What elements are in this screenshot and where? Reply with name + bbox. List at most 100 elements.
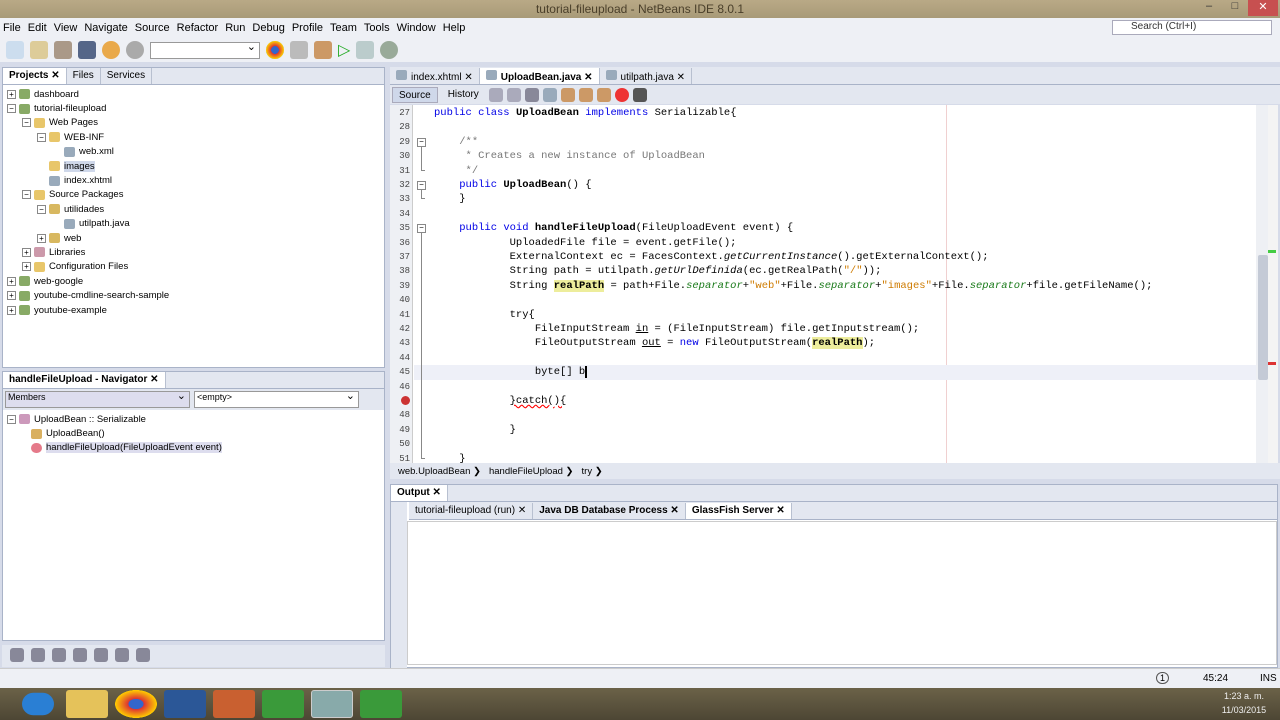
menu-tools[interactable]: Tools bbox=[364, 22, 390, 34]
fold-icon[interactable]: − bbox=[417, 224, 426, 234]
filter-icon[interactable] bbox=[52, 648, 66, 662]
new-file-icon[interactable] bbox=[6, 41, 24, 59]
expand-icon[interactable]: + bbox=[37, 233, 46, 243]
tree-item[interactable]: − tutorial-fileupload bbox=[7, 101, 380, 115]
filter-icon[interactable] bbox=[31, 648, 45, 662]
navigator-item[interactable]: − UploadBean :: Serializable bbox=[7, 412, 380, 426]
camtasia-icon[interactable] bbox=[262, 690, 304, 718]
members-filter[interactable]: Members bbox=[5, 389, 190, 408]
ie-icon[interactable] bbox=[22, 692, 54, 716]
find-icon[interactable] bbox=[542, 87, 557, 102]
menu-navigate[interactable]: Navigate bbox=[84, 22, 127, 34]
last-edit-icon[interactable] bbox=[488, 87, 503, 102]
editor-tab[interactable]: index.xhtml ✕ bbox=[390, 68, 480, 84]
tree-item[interactable]: + dashboard bbox=[7, 87, 380, 101]
clock-date[interactable]: 11/03/2015 bbox=[1214, 705, 1274, 715]
menu-run[interactable]: Run bbox=[225, 22, 245, 34]
new-project-icon[interactable] bbox=[30, 41, 48, 59]
forward-icon[interactable] bbox=[524, 87, 539, 102]
menu-view[interactable]: View bbox=[54, 22, 78, 34]
output-tab[interactable]: Output ✕ bbox=[391, 485, 448, 501]
sort-icon[interactable] bbox=[136, 648, 150, 662]
collapse-icon[interactable]: − bbox=[37, 132, 46, 142]
undo-icon[interactable] bbox=[102, 41, 120, 59]
close-button[interactable]: ✕ bbox=[1248, 0, 1278, 16]
tree-item[interactable]: − utilidades bbox=[7, 202, 380, 216]
tree-item[interactable]: −images bbox=[7, 159, 380, 173]
netbeans-icon[interactable] bbox=[311, 690, 353, 718]
menu-file[interactable]: File bbox=[3, 22, 21, 34]
sort-icon[interactable] bbox=[115, 648, 129, 662]
code-editor[interactable]: 27 28 29 30 31 32 33 34 35 36 37 38 39 40 41 42 43 44 45 46… bbox=[390, 105, 1256, 463]
build-icon[interactable] bbox=[290, 41, 308, 59]
tree-item[interactable]: −index.xhtml bbox=[7, 173, 380, 187]
minimize-button[interactable]: – bbox=[1196, 0, 1222, 16]
output-subtab[interactable]: tutorial-fileupload (run) ✕ bbox=[409, 503, 534, 519]
profile-icon[interactable] bbox=[380, 41, 399, 59]
expand-icon[interactable]: + bbox=[22, 262, 31, 272]
navigator-combo[interactable]: <empty> bbox=[194, 389, 359, 408]
source-tab[interactable]: Source bbox=[392, 86, 438, 103]
menu-help[interactable]: Help bbox=[443, 22, 466, 34]
filter-icon[interactable] bbox=[10, 648, 24, 662]
tree-item[interactable]: −web.xml bbox=[7, 145, 380, 159]
tab-services[interactable]: Services bbox=[101, 68, 153, 84]
tree-item[interactable]: + Configuration Files bbox=[7, 260, 380, 274]
browser-icon[interactable] bbox=[266, 41, 284, 59]
output-subtab[interactable]: Java DB Database Process ✕ bbox=[533, 503, 686, 519]
breadcrumb-item[interactable]: try ❯ bbox=[582, 466, 603, 477]
maximize-button[interactable]: □ bbox=[1222, 0, 1248, 16]
tree-item[interactable]: − WEB-INF bbox=[7, 130, 380, 144]
tree-item[interactable]: −utilpath.java bbox=[7, 217, 380, 231]
configuration-select[interactable] bbox=[150, 40, 260, 59]
editor-tab[interactable]: utilpath.java ✕ bbox=[600, 68, 693, 84]
toggle-highlight-icon[interactable] bbox=[596, 87, 611, 102]
open-project-icon[interactable] bbox=[54, 41, 72, 59]
find-next-icon[interactable] bbox=[578, 87, 593, 102]
error-icon[interactable] bbox=[401, 396, 410, 405]
collapse-icon[interactable]: − bbox=[22, 190, 31, 200]
output-console[interactable] bbox=[407, 521, 1277, 665]
search-input[interactable]: Search (Ctrl+I) bbox=[1112, 20, 1272, 35]
clean-build-icon[interactable] bbox=[314, 41, 332, 59]
clock-time[interactable]: 1:23 a. m. bbox=[1214, 691, 1274, 701]
expand-icon[interactable]: + bbox=[7, 276, 16, 286]
back-icon[interactable] bbox=[506, 87, 521, 102]
save-all-icon[interactable] bbox=[78, 41, 96, 59]
menu-window[interactable]: Window bbox=[397, 22, 436, 34]
word-icon[interactable] bbox=[164, 690, 206, 718]
expand-icon[interactable]: + bbox=[7, 305, 16, 315]
error-stripe[interactable] bbox=[1268, 105, 1278, 463]
filter-icon[interactable] bbox=[73, 648, 87, 662]
run-icon[interactable]: ▷ bbox=[338, 40, 350, 60]
editor-tab[interactable]: UploadBean.java ✕ bbox=[479, 68, 600, 84]
navigator-item[interactable]: handleFileUpload(FileUploadEvent event) bbox=[7, 441, 380, 455]
fold-icon[interactable]: − bbox=[417, 137, 426, 147]
breadcrumb-item[interactable]: handleFileUpload ❯ bbox=[489, 466, 574, 477]
tree-item[interactable]: + youtube-cmdline-search-sample bbox=[7, 288, 380, 302]
filter-icon[interactable] bbox=[94, 648, 108, 662]
explorer-icon[interactable] bbox=[66, 690, 108, 718]
history-tab[interactable]: History bbox=[442, 87, 485, 103]
menu-edit[interactable]: Edit bbox=[28, 22, 47, 34]
navigator-tab[interactable]: handleFileUpload - Navigator ✕ bbox=[3, 372, 166, 388]
tab-projects[interactable]: Projects ✕ bbox=[3, 68, 67, 84]
menu-profile[interactable]: Profile bbox=[292, 22, 323, 34]
media-icon[interactable] bbox=[213, 690, 255, 718]
chrome-icon[interactable] bbox=[115, 690, 157, 718]
tree-item[interactable]: − Source Packages bbox=[7, 188, 380, 202]
tree-item[interactable]: + youtube-example bbox=[7, 303, 380, 317]
find-prev-icon[interactable] bbox=[560, 87, 575, 102]
notifications-icon[interactable]: 1 bbox=[1156, 672, 1170, 684]
redo-icon[interactable] bbox=[126, 41, 144, 59]
output-subtab[interactable]: GlassFish Server ✕ bbox=[685, 503, 792, 519]
fold-icon[interactable]: − bbox=[417, 181, 426, 190]
tree-item[interactable]: + web-google bbox=[7, 274, 380, 288]
collapse-icon[interactable]: − bbox=[37, 204, 46, 214]
stop-macro-icon[interactable] bbox=[632, 87, 647, 102]
expand-icon[interactable]: + bbox=[7, 291, 16, 301]
expand-icon[interactable]: + bbox=[22, 247, 31, 257]
debug-icon[interactable] bbox=[356, 41, 375, 59]
tree-item[interactable]: + web bbox=[7, 231, 380, 245]
menu-source[interactable]: Source bbox=[135, 22, 170, 34]
